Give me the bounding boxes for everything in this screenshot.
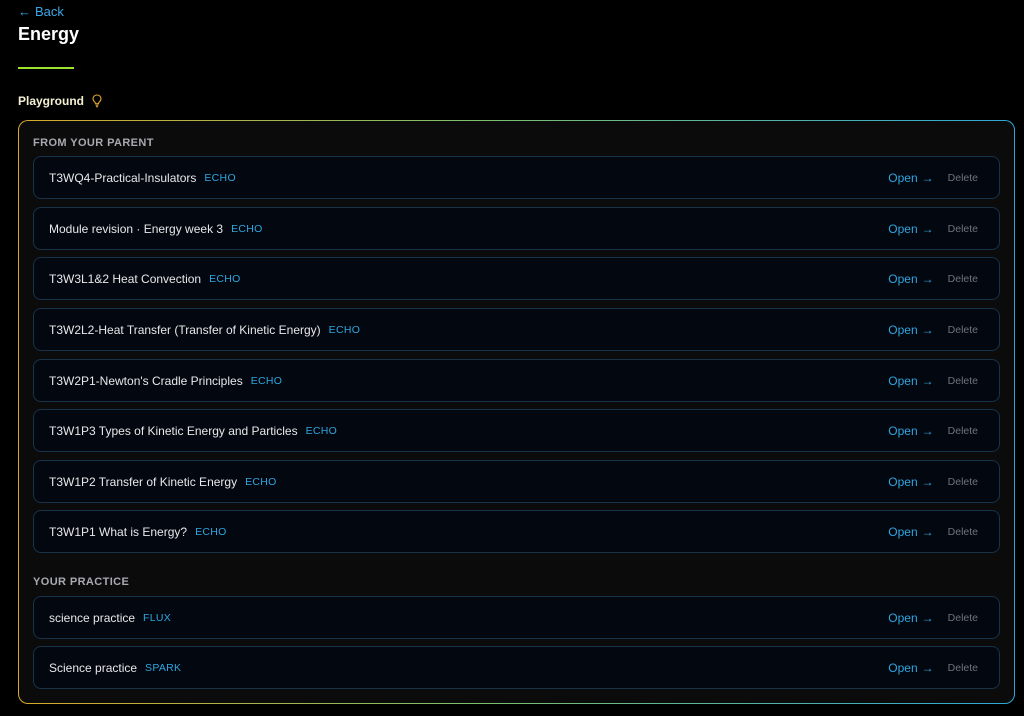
item-actions: Open → Delete xyxy=(888,661,978,675)
item-tag: ECHO xyxy=(305,424,338,437)
list-item: T3WQ4-Practical-Insulators ECHO Open → De… xyxy=(33,156,1000,199)
open-button[interactable]: Open → xyxy=(888,171,933,185)
arrow-right-icon: → xyxy=(921,474,934,489)
title-underline xyxy=(18,67,74,69)
item-actions: Open → Delete xyxy=(888,272,978,286)
playground-panel: FROM YOUR PARENT T3WQ4-Practical-Insulat… xyxy=(18,120,1015,704)
item-tag: ECHO xyxy=(204,171,236,184)
open-button[interactable]: Open → xyxy=(888,374,933,388)
open-label: Open xyxy=(888,423,918,438)
delete-button[interactable]: Delete xyxy=(948,172,978,184)
delete-button[interactable]: Delete xyxy=(948,526,978,538)
open-label: Open xyxy=(888,271,918,286)
list-item: T3W1P1 What is Energy? ECHO Open → Delete xyxy=(33,510,1000,553)
page: ← Back Energy Playground FROM YOUR PARENT… xyxy=(0,0,1024,716)
delete-button[interactable]: Delete xyxy=(948,324,978,336)
item-tag: ECHO xyxy=(250,374,283,387)
item-title: Science practice xyxy=(49,660,138,675)
arrow-right-icon: → xyxy=(921,423,934,438)
list-item: T3W2P1-Newton's Cradle Principles ECHO O… xyxy=(33,359,1000,402)
section-heading-practice: YOUR PRACTICE xyxy=(33,576,130,588)
item-title: science practice xyxy=(49,610,136,625)
open-button[interactable]: Open → xyxy=(888,323,933,337)
back-link[interactable]: ← Back xyxy=(18,4,64,19)
delete-button[interactable]: Delete xyxy=(948,273,978,285)
open-label: Open xyxy=(888,170,918,185)
open-label: Open xyxy=(888,610,918,625)
open-button[interactable]: Open → xyxy=(888,424,933,438)
page-title: Energy xyxy=(18,24,80,44)
back-label: Back xyxy=(35,4,64,19)
item-title: T3W1P3 Types of Kinetic Energy and Parti… xyxy=(49,423,298,438)
item-actions: Open → Delete xyxy=(888,323,978,337)
list-item: T3W1P3 Types of Kinetic Energy and Parti… xyxy=(33,409,1000,452)
list-item: T3W3L1&2 Heat Convection ECHO Open → Dele… xyxy=(33,257,1000,300)
item-actions: Open → Delete xyxy=(888,222,978,236)
list-item: Module revision · Energy week 3 ECHO Ope… xyxy=(33,207,1000,250)
arrow-right-icon: → xyxy=(921,610,934,625)
item-actions: Open → Delete xyxy=(888,475,978,489)
playground-label: Playground xyxy=(18,94,85,108)
item-title: T3W1P2 Transfer of Kinetic Energy xyxy=(49,474,238,489)
open-label: Open xyxy=(888,524,918,539)
delete-button[interactable]: Delete xyxy=(948,223,978,235)
open-label: Open xyxy=(888,373,918,388)
open-button[interactable]: Open → xyxy=(888,611,933,625)
item-title: T3W3L1&2 Heat Convection xyxy=(49,271,202,286)
open-button[interactable]: Open → xyxy=(888,525,933,539)
item-tag: FLUX xyxy=(143,611,172,624)
arrow-right-icon: → xyxy=(921,524,934,539)
item-tag: ECHO xyxy=(195,525,227,538)
lightbulb-icon xyxy=(92,94,102,108)
item-tag: ECHO xyxy=(209,272,241,285)
open-button[interactable]: Open → xyxy=(888,475,933,489)
item-actions: Open → Delete xyxy=(888,611,978,625)
arrow-right-icon: → xyxy=(921,660,934,675)
open-button[interactable]: Open → xyxy=(888,222,933,236)
delete-button[interactable]: Delete xyxy=(948,425,978,437)
item-actions: Open → Delete xyxy=(888,171,978,185)
list-item: T3W2L2-Heat Transfer (Transfer of Kineti… xyxy=(33,308,1000,351)
delete-button[interactable]: Delete xyxy=(948,375,978,387)
item-actions: Open → Delete xyxy=(888,525,978,539)
delete-button[interactable]: Delete xyxy=(948,612,978,624)
item-tag: ECHO xyxy=(245,475,277,488)
item-tag: SPARK xyxy=(145,661,182,674)
item-title: T3W2L2-Heat Transfer (Transfer of Kineti… xyxy=(49,322,321,337)
item-actions: Open → Delete xyxy=(888,374,978,388)
arrow-right-icon: → xyxy=(921,322,934,337)
arrow-right-icon: → xyxy=(921,271,934,286)
delete-button[interactable]: Delete xyxy=(948,476,978,488)
arrow-right-icon: → xyxy=(921,170,934,185)
item-tag: ECHO xyxy=(231,222,263,235)
arrow-right-icon: → xyxy=(921,221,934,236)
open-label: Open xyxy=(888,660,918,675)
playground-panel-inner: FROM YOUR PARENT T3WQ4-Practical-Insulat… xyxy=(19,121,1014,703)
open-label: Open xyxy=(888,221,918,236)
delete-button[interactable]: Delete xyxy=(948,662,978,674)
back-arrow-icon: ← xyxy=(18,4,31,19)
item-title: Module revision · Energy week 3 xyxy=(49,221,224,236)
item-title: T3W1P1 What is Energy? xyxy=(49,524,188,539)
list-item: T3W1P2 Transfer of Kinetic Energy ECHO O… xyxy=(33,460,1000,503)
open-button[interactable]: Open → xyxy=(888,272,933,286)
arrow-right-icon: → xyxy=(921,373,934,388)
item-actions: Open → Delete xyxy=(888,424,978,438)
open-button[interactable]: Open → xyxy=(888,661,933,675)
section-heading-parent: FROM YOUR PARENT xyxy=(33,137,154,149)
playground-header: Playground xyxy=(18,94,102,108)
item-title: T3WQ4-Practical-Insulators xyxy=(49,170,197,185)
item-tag: ECHO xyxy=(328,323,361,336)
list-item: science practice FLUX Open → Delete xyxy=(33,596,1000,639)
item-title: T3W2P1-Newton's Cradle Principles xyxy=(49,373,243,388)
open-label: Open xyxy=(888,322,918,337)
list-item: Science practice SPARK Open → Delete xyxy=(33,646,1000,689)
open-label: Open xyxy=(888,474,918,489)
